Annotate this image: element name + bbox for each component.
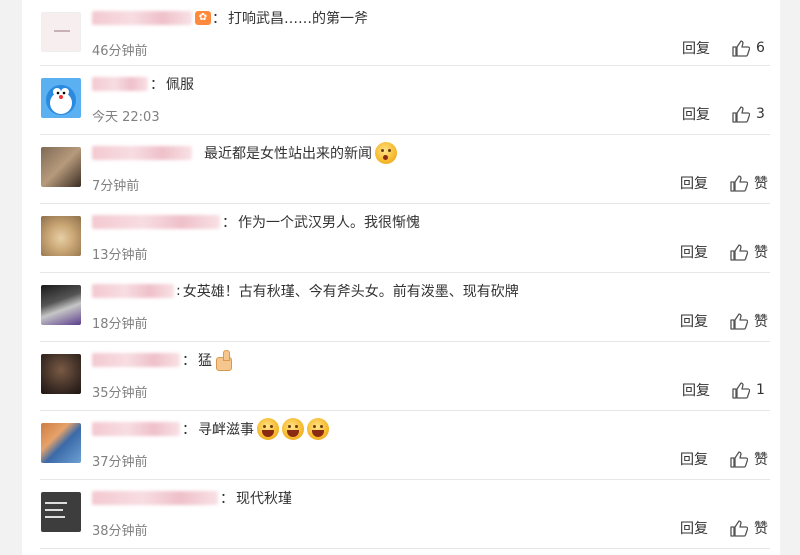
member-badge-icon: ✿ xyxy=(195,11,211,25)
thumbs-up-icon[interactable] xyxy=(732,381,750,399)
avatar[interactable] xyxy=(41,12,81,52)
comment-time: 13分钟前 xyxy=(92,248,148,263)
comment-row: ： 寻衅滋事 37分钟前 回复 赞 xyxy=(40,411,770,480)
username-blurred[interactable] xyxy=(92,491,218,505)
reply-button[interactable]: 回复 xyxy=(682,380,710,400)
doraemon-avatar-icon xyxy=(46,85,76,115)
comment-list: ✿ ： 打响武昌……的第一斧 46分钟前 回复 6 ： 佩服 今天 22:03 … xyxy=(40,0,770,549)
colon: ： xyxy=(222,215,236,231)
reply-button[interactable]: 回复 xyxy=(682,38,710,58)
comment-row: 最近都是女性站出来的新闻 7分钟前 回复 赞 xyxy=(40,135,770,204)
colon: ： xyxy=(220,491,234,507)
laughing-emoji-icon xyxy=(282,418,304,440)
avatar[interactable] xyxy=(41,78,81,118)
username-blurred[interactable] xyxy=(92,146,192,160)
like-count[interactable]: 3 xyxy=(756,106,768,122)
reply-button[interactable]: 回复 xyxy=(682,104,710,124)
left-margin xyxy=(0,0,22,555)
username-blurred[interactable] xyxy=(92,353,180,367)
comment-row: ： 猛 35分钟前 回复 1 xyxy=(40,342,770,411)
comment-text: 打响武昌……的第一斧 xyxy=(228,11,368,27)
colon: : xyxy=(176,283,181,299)
comment-text: 猛 xyxy=(198,353,212,369)
like-label[interactable]: 赞 xyxy=(754,311,768,331)
thumbs-up-icon[interactable] xyxy=(730,519,748,537)
comment-time: 7分钟前 xyxy=(92,179,140,194)
thumbs-up-icon[interactable] xyxy=(730,243,748,261)
comment-time: 37分钟前 xyxy=(92,455,148,470)
thumbs-up-emoji-icon xyxy=(215,350,233,371)
comment-text: 寻衅滋事 xyxy=(198,422,254,438)
reply-button[interactable]: 回复 xyxy=(680,449,708,469)
comment-row: ： 现代秋瑾 38分钟前 回复 赞 xyxy=(40,480,770,549)
comment-time: 46分钟前 xyxy=(92,44,148,59)
reply-button[interactable]: 回复 xyxy=(680,518,708,538)
username-blurred[interactable] xyxy=(92,284,174,298)
username-blurred[interactable] xyxy=(92,422,180,436)
colon: ： xyxy=(182,422,196,438)
username-blurred[interactable] xyxy=(92,77,148,91)
colon: ： xyxy=(212,11,226,27)
comment-text: 女英雄！古有秋瑾、今有斧头女。前有泼墨、现有砍牌 xyxy=(182,284,519,300)
avatar-text-graphic xyxy=(45,502,67,518)
comment-text: 现代秋瑾 xyxy=(236,491,292,507)
reply-button[interactable]: 回复 xyxy=(680,311,708,331)
colon: ： xyxy=(182,353,196,369)
comment-time: 今天 22:03 xyxy=(92,110,160,125)
like-label[interactable]: 赞 xyxy=(754,449,768,469)
thumbs-up-icon[interactable] xyxy=(730,312,748,330)
comment-row: ： 作为一个武汉男人。我很惭愧 13分钟前 回复 赞 xyxy=(40,204,770,273)
comment-row: ✿ ： 打响武昌……的第一斧 46分钟前 回复 6 xyxy=(40,0,770,66)
right-margin xyxy=(780,0,800,555)
thinking-emoji-icon xyxy=(375,142,397,164)
avatar[interactable] xyxy=(41,216,81,256)
comment-text: 作为一个武汉男人。我很惭愧 xyxy=(238,215,420,231)
reply-button[interactable]: 回复 xyxy=(680,242,708,262)
laughing-emoji-icon xyxy=(307,418,329,440)
laughing-emoji-icon xyxy=(257,418,279,440)
comment-time: 38分钟前 xyxy=(92,524,148,539)
thumbs-up-icon[interactable] xyxy=(730,174,748,192)
comment-time: 35分钟前 xyxy=(92,386,148,401)
avatar[interactable] xyxy=(41,147,81,187)
like-label[interactable]: 赞 xyxy=(754,518,768,538)
thumbs-up-icon[interactable] xyxy=(730,450,748,468)
reply-button[interactable]: 回复 xyxy=(680,173,708,193)
comment-row: ： 佩服 今天 22:03 回复 3 xyxy=(40,66,770,135)
like-count[interactable]: 1 xyxy=(756,382,768,398)
like-count[interactable]: 6 xyxy=(756,40,768,56)
like-label[interactable]: 赞 xyxy=(754,242,768,262)
comment-text: 佩服 xyxy=(166,77,194,93)
avatar[interactable] xyxy=(41,354,81,394)
like-label[interactable]: 赞 xyxy=(754,173,768,193)
avatar[interactable] xyxy=(41,285,81,325)
colon: ： xyxy=(150,77,164,93)
comment-time: 18分钟前 xyxy=(92,317,148,332)
thumbs-up-icon[interactable] xyxy=(732,105,750,123)
username-blurred[interactable] xyxy=(92,11,192,25)
avatar[interactable] xyxy=(41,423,81,463)
thumbs-up-icon[interactable] xyxy=(732,39,750,57)
comment-row: : 女英雄！古有秋瑾、今有斧头女。前有泼墨、现有砍牌 18分钟前 回复 赞 xyxy=(40,273,770,342)
comment-text: 最近都是女性站出来的新闻 xyxy=(204,146,372,162)
username-blurred[interactable] xyxy=(92,215,220,229)
avatar[interactable] xyxy=(41,492,81,532)
